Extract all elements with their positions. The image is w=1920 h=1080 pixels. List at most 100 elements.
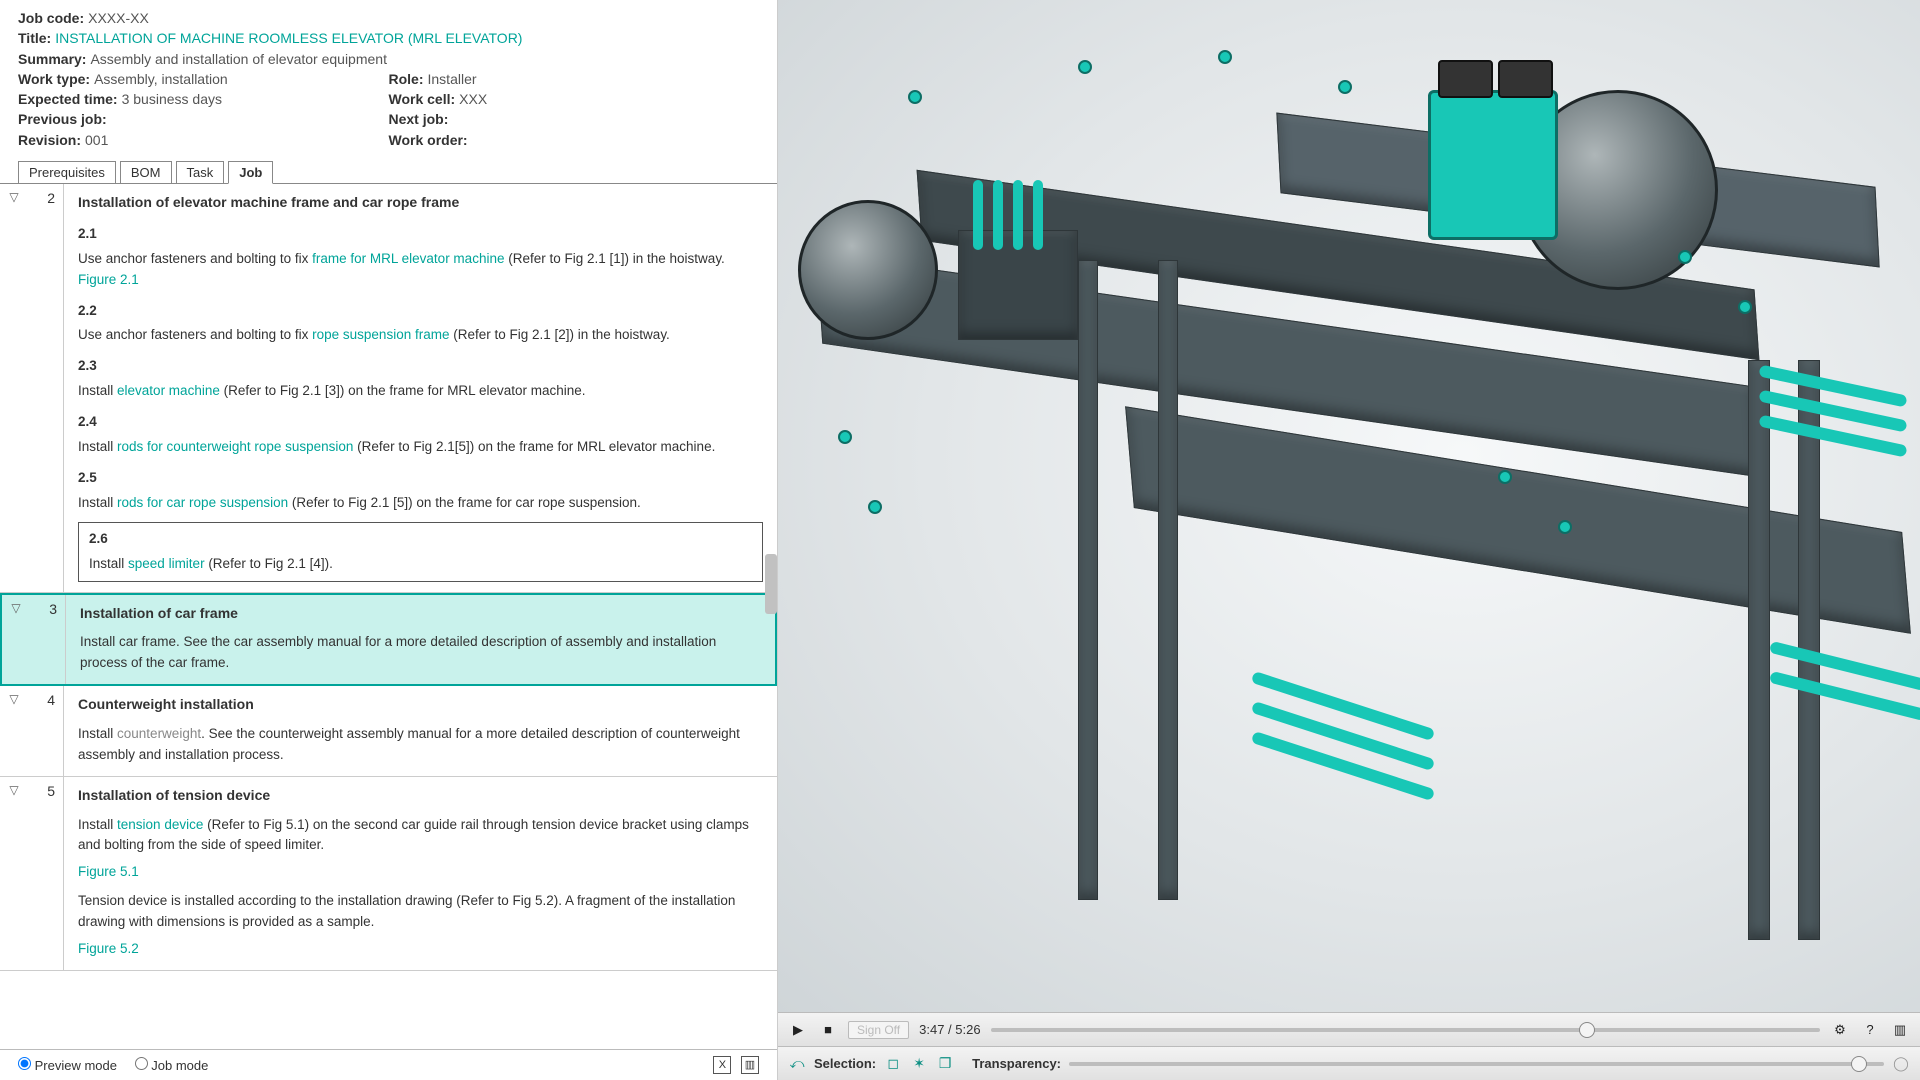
select-copy-icon[interactable]: ❐ xyxy=(936,1055,954,1073)
value-role: Installer xyxy=(428,71,477,87)
value-summary: Assembly and installation of elevator eq… xyxy=(90,51,387,67)
substep-2-2: 2.2 Use anchor fasteners and bolting to … xyxy=(78,301,763,347)
substep-2-4: 2.4 Install rods for counterweight rope … xyxy=(78,412,763,458)
substep-2-5: 2.5 Install rods for car rope suspension… xyxy=(78,468,763,514)
help-icon[interactable]: ? xyxy=(1860,1020,1880,1040)
link-tension-device[interactable]: tension device xyxy=(117,817,203,832)
reset-view-icon[interactable]: ⤺ xyxy=(788,1055,806,1073)
text: Install xyxy=(78,495,117,510)
step-body: Installation of tension device Install t… xyxy=(64,777,777,970)
step-number: 5 xyxy=(28,777,64,970)
viewer-pane: ▶ ■ Sign Off 3:47 / 5:26 ⚙ ? ▥ ⤺ Selecti… xyxy=(778,0,1920,1080)
step-2[interactable]: ▽ 2 Installation of elevator machine fra… xyxy=(0,184,777,593)
label-job: Job mode xyxy=(151,1058,208,1073)
label-preview: Preview mode xyxy=(35,1058,117,1073)
link-rods-car[interactable]: rods for car rope suspension xyxy=(117,495,288,510)
text: Use anchor fasteners and bolting to fix xyxy=(78,251,312,266)
step-3-selected[interactable]: ▽ 3 Installation of car frame Install ca… xyxy=(0,593,777,687)
layout-icon[interactable]: ▥ xyxy=(1890,1020,1910,1040)
selection-bar: ⤺ Selection: ◻ ✶ ❐ Transparency: ◯ xyxy=(778,1046,1920,1080)
link-rope-suspension-frame[interactable]: rope suspension frame xyxy=(312,327,449,342)
label-jobcode: Job code: xyxy=(18,10,84,26)
excel-export-icon[interactable]: X xyxy=(713,1056,731,1074)
footer-tools: X ▥ xyxy=(707,1056,759,1074)
settings-icon[interactable]: ⚙ xyxy=(1830,1020,1850,1040)
link-frame-mrl[interactable]: frame for MRL elevator machine xyxy=(312,251,504,266)
tab-job[interactable]: Job xyxy=(228,161,273,184)
left-footer: Preview mode Job mode X ▥ xyxy=(0,1049,777,1080)
value-workcell: XXX xyxy=(459,91,487,107)
label-prevjob: Previous job: xyxy=(18,111,107,127)
value-expected: 3 business days xyxy=(122,91,222,107)
text: Install xyxy=(78,817,117,832)
step-heading: Installation of car frame xyxy=(80,603,761,625)
label-selection: Selection: xyxy=(814,1056,876,1071)
transparency-slider[interactable] xyxy=(1069,1062,1884,1066)
step-heading: Installation of tension device xyxy=(78,785,763,807)
select-box-icon[interactable]: ◻ xyxy=(884,1055,902,1073)
value-revision: 001 xyxy=(85,132,108,148)
select-focus-icon[interactable]: ✶ xyxy=(910,1055,928,1073)
text: Install car frame. See the car assembly … xyxy=(80,632,761,674)
substep-num: 2.3 xyxy=(78,356,763,377)
signoff-button[interactable]: Sign Off xyxy=(848,1021,909,1039)
transparency-reset-icon[interactable]: ◯ xyxy=(1892,1055,1910,1073)
link-counterweight[interactable]: counterweight xyxy=(117,726,201,741)
collapse-toggle[interactable]: ▽ xyxy=(0,777,28,970)
tab-task[interactable]: Task xyxy=(176,161,225,184)
playback-time: 3:47 / 5:26 xyxy=(919,1022,980,1037)
stop-button[interactable]: ■ xyxy=(818,1020,838,1040)
label-summary: Summary: xyxy=(18,51,86,67)
text: Install xyxy=(78,439,117,454)
playback-bar: ▶ ■ Sign Off 3:47 / 5:26 ⚙ ? ▥ xyxy=(778,1012,1920,1046)
step-body: Counterweight installation Install count… xyxy=(64,686,777,776)
step-number: 4 xyxy=(28,686,64,776)
link-elevator-machine[interactable]: elevator machine xyxy=(117,383,220,398)
tab-bar: Prerequisites BOM Task Job xyxy=(0,160,777,183)
text: Install xyxy=(78,726,117,741)
play-button[interactable]: ▶ xyxy=(788,1020,808,1040)
tab-bom[interactable]: BOM xyxy=(120,161,172,184)
collapse-toggle[interactable]: ▽ xyxy=(0,184,28,592)
transparency-thumb[interactable] xyxy=(1851,1056,1867,1072)
scrollbar-thumb[interactable] xyxy=(765,554,777,614)
link-figure-5-2[interactable]: Figure 5.2 xyxy=(78,941,139,956)
text: Install xyxy=(89,556,128,571)
step-heading: Counterweight installation xyxy=(78,694,763,716)
substep-2-3: 2.3 Install elevator machine (Refer to F… xyxy=(78,356,763,402)
radio-job-mode[interactable]: Job mode xyxy=(135,1058,209,1073)
text: (Refer to Fig 2.1 [2]) in the hoistway. xyxy=(449,327,669,342)
substep-num: 2.2 xyxy=(78,301,763,322)
radio-preview-mode[interactable]: Preview mode xyxy=(18,1058,117,1073)
step-list[interactable]: ▽ 2 Installation of elevator machine fra… xyxy=(0,183,777,1049)
label-role: Role: xyxy=(389,71,424,87)
job-metadata: Job code:XXXX-XX Title:INSTALLATION OF M… xyxy=(0,0,777,160)
link-rods-counterweight[interactable]: rods for counterweight rope suspension xyxy=(117,439,353,454)
text: (Refer to Fig 2.1 [5]) on the frame for … xyxy=(288,495,641,510)
link-figure-2-1[interactable]: Figure 2.1 xyxy=(78,272,139,287)
step-number: 3 xyxy=(30,595,66,685)
link-speed-limiter[interactable]: speed limiter xyxy=(128,556,205,571)
step-5[interactable]: ▽ 5 Installation of tension device Insta… xyxy=(0,777,777,971)
step-body: Installation of elevator machine frame a… xyxy=(64,184,777,592)
step-4[interactable]: ▽ 4 Counterweight installation Install c… xyxy=(0,686,777,777)
collapse-toggle[interactable]: ▽ xyxy=(0,686,28,776)
substep-2-6-current[interactable]: 2.6 Install speed limiter (Refer to Fig … xyxy=(78,522,763,582)
text: (Refer to Fig 2.1 [3]) on the frame for … xyxy=(220,383,586,398)
layout-toggle-icon[interactable]: ▥ xyxy=(741,1056,759,1074)
substep-num: 2.5 xyxy=(78,468,763,489)
label-revision: Revision: xyxy=(18,132,81,148)
link-figure-5-1[interactable]: Figure 5.1 xyxy=(78,864,139,879)
viewport-3d[interactable] xyxy=(778,0,1920,1012)
timeline-thumb[interactable] xyxy=(1579,1022,1595,1038)
label-transparency: Transparency: xyxy=(972,1056,1061,1071)
step-heading: Installation of elevator machine frame a… xyxy=(78,192,763,214)
mode-selector: Preview mode Job mode xyxy=(18,1057,222,1073)
text: (Refer to Fig 2.1[5]) on the frame for M… xyxy=(353,439,715,454)
timeline-slider[interactable] xyxy=(991,1028,1820,1032)
collapse-toggle[interactable]: ▽ xyxy=(2,595,30,685)
label-title: Title: xyxy=(18,30,51,46)
substep-num: 2.4 xyxy=(78,412,763,433)
tab-prerequisites[interactable]: Prerequisites xyxy=(18,161,116,184)
label-nextjob: Next job: xyxy=(389,111,449,127)
